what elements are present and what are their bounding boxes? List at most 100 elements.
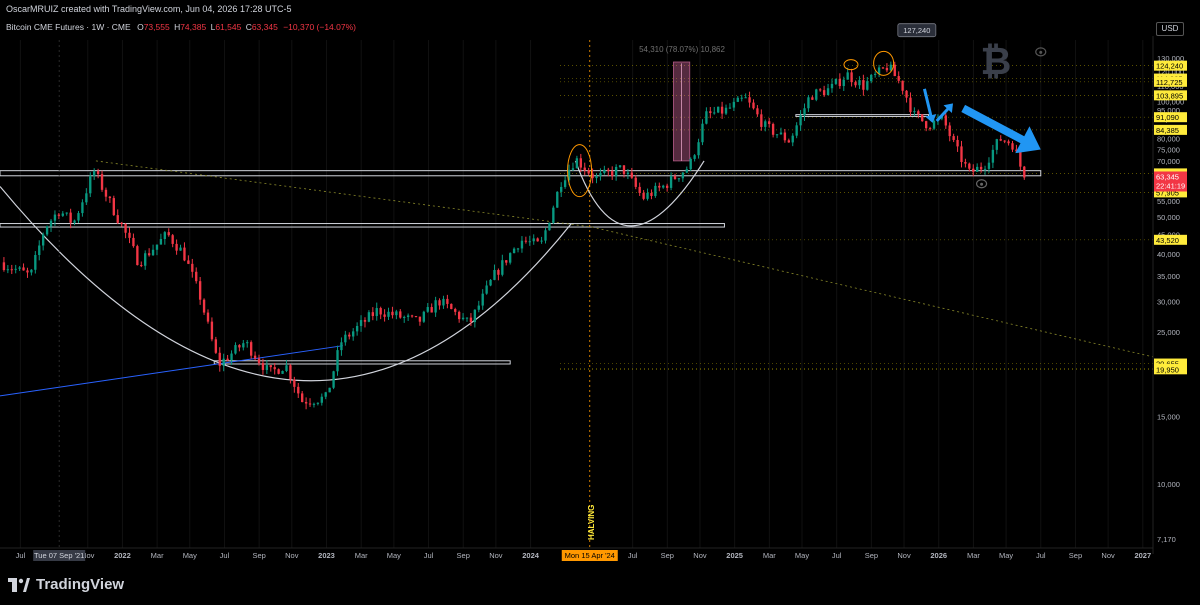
candle-body — [187, 260, 190, 264]
candle-body — [787, 140, 790, 143]
candle-body — [858, 80, 861, 86]
candle-body — [822, 90, 826, 96]
time-tick-label: May — [999, 551, 1013, 560]
candle-body — [324, 392, 327, 397]
candle-body — [108, 196, 112, 199]
price-chart[interactable]: 54,310 (78.07%) 10,862 127,240 ₿ HALVING 13… — [0, 0, 1200, 605]
candle-body — [791, 135, 794, 143]
candle-body — [265, 365, 269, 370]
candle-body — [807, 97, 810, 109]
candle-body — [532, 238, 535, 242]
candle-body — [175, 243, 178, 251]
candle-body — [14, 268, 17, 270]
candle-body — [665, 185, 669, 188]
candle-body — [983, 168, 987, 170]
candle-body — [261, 363, 265, 370]
candle-body — [167, 232, 170, 236]
candle-body — [104, 189, 108, 197]
candle-body — [132, 237, 135, 247]
candle-body — [701, 123, 704, 143]
candle-body — [873, 73, 877, 75]
candle-body — [501, 260, 504, 275]
candle-body — [932, 120, 936, 129]
candle-body — [371, 312, 374, 317]
time-tick-label: Sep — [661, 551, 674, 560]
time-tick-label: Nov — [285, 551, 299, 560]
candle-body — [987, 162, 991, 169]
candle-body — [552, 207, 555, 223]
candle-body — [889, 64, 893, 71]
candle-body — [948, 125, 951, 137]
candle-body — [626, 172, 630, 175]
candle-body — [128, 232, 131, 238]
time-tick-label: Sep — [457, 551, 470, 560]
candle-body — [548, 222, 551, 231]
candle-body — [18, 267, 21, 269]
time-tick-label: May — [387, 551, 401, 560]
bitcoin-icon: ₿ — [980, 41, 1011, 83]
candle-body — [497, 269, 500, 275]
candle-body — [147, 253, 151, 256]
candle-body — [528, 241, 531, 243]
candle-body — [654, 185, 657, 196]
candle-body — [41, 234, 45, 246]
candle-body — [662, 185, 665, 188]
candle-body — [866, 81, 869, 90]
candle-body — [473, 309, 477, 323]
price-level-label: 91,090 — [1156, 113, 1179, 122]
candle-body — [410, 315, 414, 317]
symbol-name[interactable]: Bitcoin CME Futures · 1W · CME — [6, 22, 131, 32]
candle-body — [508, 253, 512, 263]
candle-body — [297, 386, 300, 394]
candle-body — [304, 402, 308, 404]
candle-body — [885, 67, 889, 71]
candle-body — [1011, 143, 1014, 150]
candle-body — [870, 74, 873, 82]
candle-body — [336, 350, 339, 372]
candle-body — [406, 315, 410, 317]
price-tick-label: 55,000 — [1157, 197, 1180, 206]
candle-body — [779, 132, 783, 135]
candle-body — [618, 165, 622, 167]
candle-body — [614, 166, 618, 177]
price-tick-label: 7,170 — [1157, 535, 1176, 544]
time-axis: Jul Nov 2022 Mar May Jul Sep Nov 2023 Mar May Jul Se… — [0, 547, 1153, 561]
time-tick-label: Nov — [897, 551, 911, 560]
candle-body — [728, 107, 732, 109]
candle-body — [387, 311, 390, 317]
candle-body — [560, 186, 563, 192]
time-tick-label: 2026 — [930, 551, 947, 560]
candle-body — [289, 365, 292, 380]
time-tick-label: Sep — [865, 551, 878, 560]
low-value: 61,545 — [215, 22, 242, 32]
candle-body — [391, 311, 394, 316]
candle-body — [819, 89, 822, 91]
candle-body — [556, 191, 559, 208]
open-value: 73,555 — [143, 22, 170, 32]
candle-body — [395, 311, 398, 316]
close-value: 63,345 — [251, 22, 278, 32]
candle-body — [803, 108, 806, 116]
tradingview-logo[interactable]: TradingView — [8, 576, 124, 593]
candle-body — [1019, 151, 1022, 167]
candle-body — [457, 311, 461, 320]
candle-body — [720, 106, 724, 114]
candle-body — [277, 369, 280, 374]
candle-body — [893, 64, 896, 77]
candle-body — [732, 101, 736, 108]
candle-body — [999, 139, 1002, 141]
candle-body — [658, 185, 661, 188]
candle-body — [854, 82, 857, 86]
candle-body — [544, 230, 547, 241]
candle-body — [414, 315, 418, 317]
candle-body — [709, 111, 712, 113]
candle-body — [579, 158, 582, 168]
candle-body — [764, 121, 767, 127]
candle-body — [607, 169, 610, 172]
candle-body — [493, 269, 496, 280]
last-price-countdown: 22:41:19 — [1156, 181, 1185, 190]
currency-badge[interactable]: USD — [1156, 22, 1184, 36]
candle-body — [740, 97, 743, 99]
time-tick-label: Jul — [1036, 551, 1046, 560]
candle-body — [22, 267, 25, 271]
